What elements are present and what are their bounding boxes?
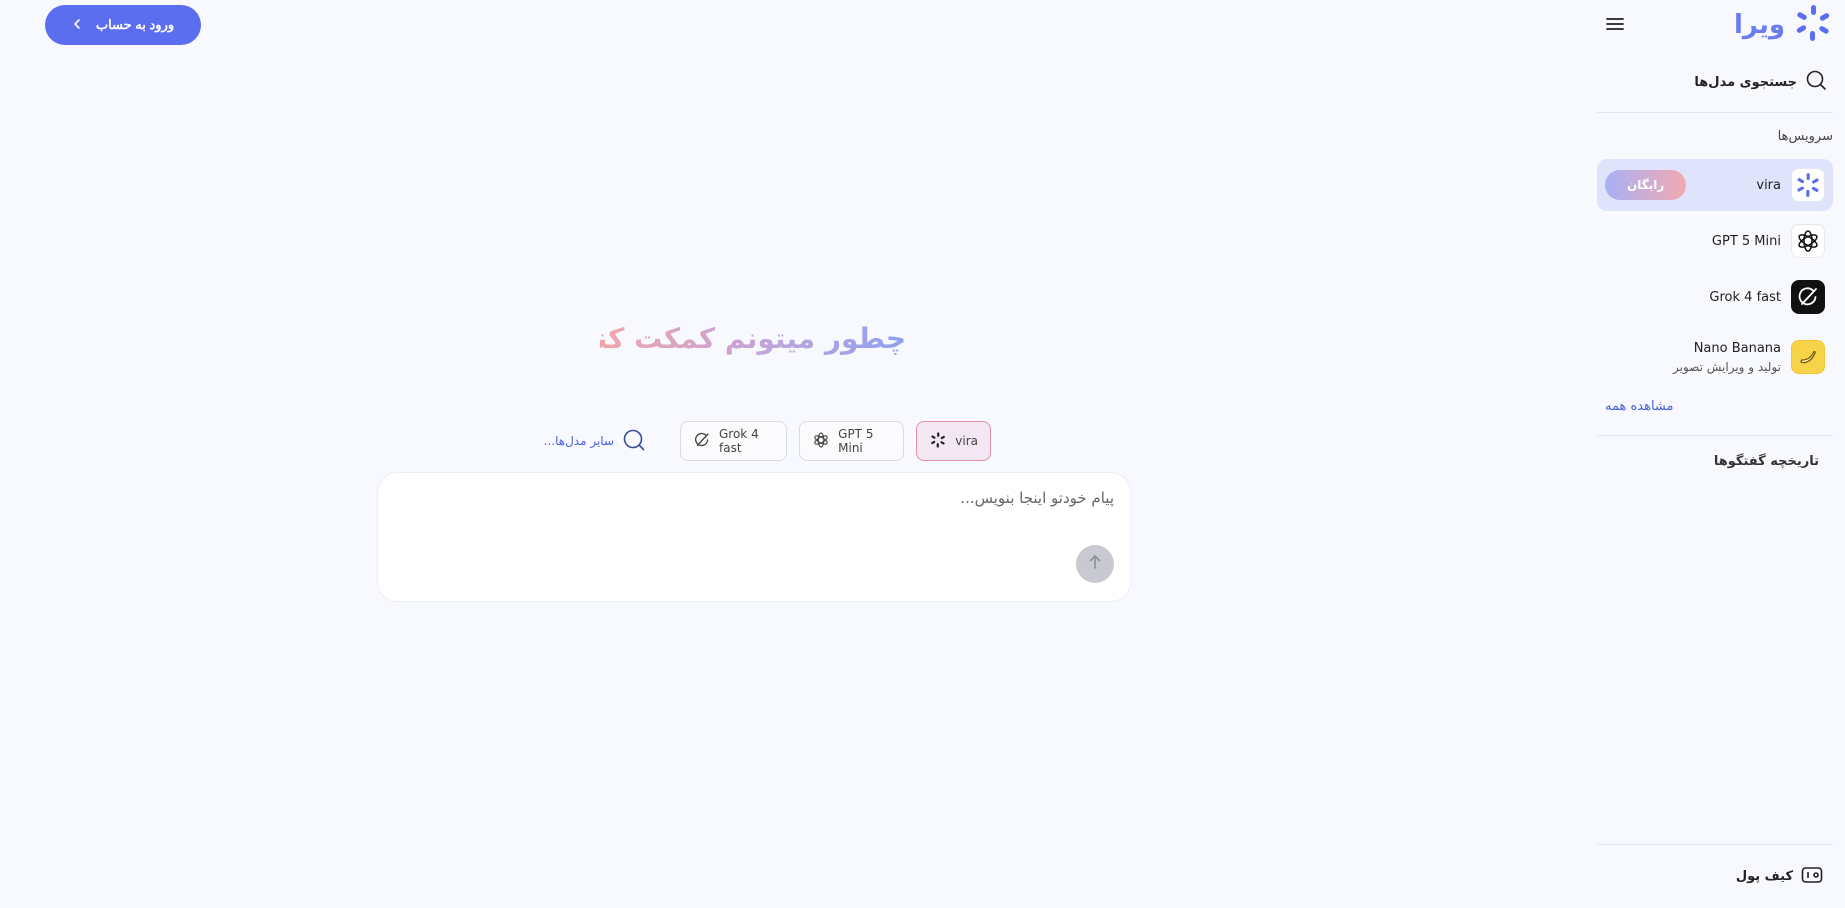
chat-history-title[interactable]: تاریخچه گفتگوها — [1597, 454, 1833, 476]
chip-label: Grok 4 fast — [719, 427, 759, 455]
service-item-nano-banana[interactable]: Nano Banana تولید و ویرایش تصویر — [1597, 327, 1833, 387]
message-input[interactable] — [394, 489, 1114, 529]
grok-icon — [693, 431, 711, 452]
message-composer — [377, 472, 1131, 602]
search-icon — [622, 428, 646, 455]
menu-button[interactable] — [1601, 11, 1629, 39]
grok-icon — [1791, 280, 1825, 314]
model-chips: vira GPT 5 Mini Grok 4 fast — [680, 421, 991, 461]
chip-vira[interactable]: vira — [916, 421, 991, 461]
search-models-button[interactable]: جستجوی مدل‌ها — [1597, 66, 1833, 98]
service-item-gpt-5-mini[interactable]: GPT 5 Mini — [1597, 215, 1833, 267]
more-models-link[interactable]: سایر مدل‌ها... — [540, 429, 646, 453]
sidebar-header: ویرا — [1597, 0, 1833, 46]
service-name: vira — [1756, 177, 1781, 193]
openai-icon — [812, 431, 830, 452]
service-item-vira[interactable]: vira رایگان — [1597, 159, 1833, 211]
chevron-left-icon — [72, 18, 82, 33]
login-button[interactable]: ورود به حساب — [45, 5, 201, 45]
openai-icon — [1791, 224, 1825, 258]
wallet-button[interactable]: کیف پول — [1597, 844, 1833, 908]
divider — [1597, 112, 1833, 113]
service-text: GPT 5 Mini — [1605, 234, 1781, 249]
chip-label: GPT 5 Mini — [838, 427, 874, 455]
app-root: ویرا جستجوی مدل‌ها سرویس‌ها — [0, 0, 1845, 908]
free-badge: رایگان — [1605, 170, 1687, 200]
service-text: vira — [1696, 178, 1781, 193]
brand-wordmark: ویرا — [1733, 10, 1786, 40]
service-text: Nano Banana تولید و ویرایش تصویر — [1605, 341, 1781, 374]
service-item-grok-4-fast[interactable]: Grok 4 fast — [1597, 271, 1833, 323]
divider — [1597, 435, 1833, 436]
login-label: ورود به حساب — [95, 17, 175, 32]
services-title: سرویس‌ها — [1777, 129, 1833, 144]
page-title: چطور میتونم کمکت کنم؟ — [558, 322, 906, 355]
sidebar: ویرا جستجوی مدل‌ها سرویس‌ها — [1583, 0, 1845, 908]
search-models-label: جستجوی مدل‌ها — [1694, 74, 1797, 90]
service-text: Grok 4 fast — [1605, 290, 1781, 305]
more-models-label: سایر مدل‌ها... — [543, 434, 614, 448]
brand-logo[interactable]: ویرا — [1734, 3, 1833, 47]
chip-grok-4-fast[interactable]: Grok 4 fast — [680, 421, 788, 461]
chip-label: vira — [955, 434, 978, 448]
hamburger-icon — [1606, 16, 1624, 35]
vira-logo-icon — [929, 431, 947, 452]
service-name: Nano Banana — [1693, 340, 1781, 356]
wallet-icon — [1801, 866, 1823, 888]
chip-gpt-5-mini[interactable]: GPT 5 Mini — [799, 421, 905, 461]
vira-logo-icon — [1793, 3, 1833, 47]
see-all-link[interactable]: مشاهده همه — [1597, 399, 1833, 421]
arrow-up-icon — [1088, 554, 1102, 574]
send-button[interactable] — [1076, 545, 1114, 583]
vira-logo-icon — [1791, 168, 1825, 202]
service-name: GPT 5 Mini — [1711, 233, 1781, 249]
wallet-label: کیف پول — [1735, 869, 1793, 884]
service-subtitle: تولید و ویرایش تصویر — [1673, 359, 1781, 374]
search-icon — [1805, 69, 1827, 95]
banana-icon — [1791, 340, 1825, 374]
service-name: Grok 4 fast — [1709, 289, 1781, 305]
services-list: vira رایگان GPT 5 Mini Grok 4 fast Nano … — [1597, 159, 1833, 387]
